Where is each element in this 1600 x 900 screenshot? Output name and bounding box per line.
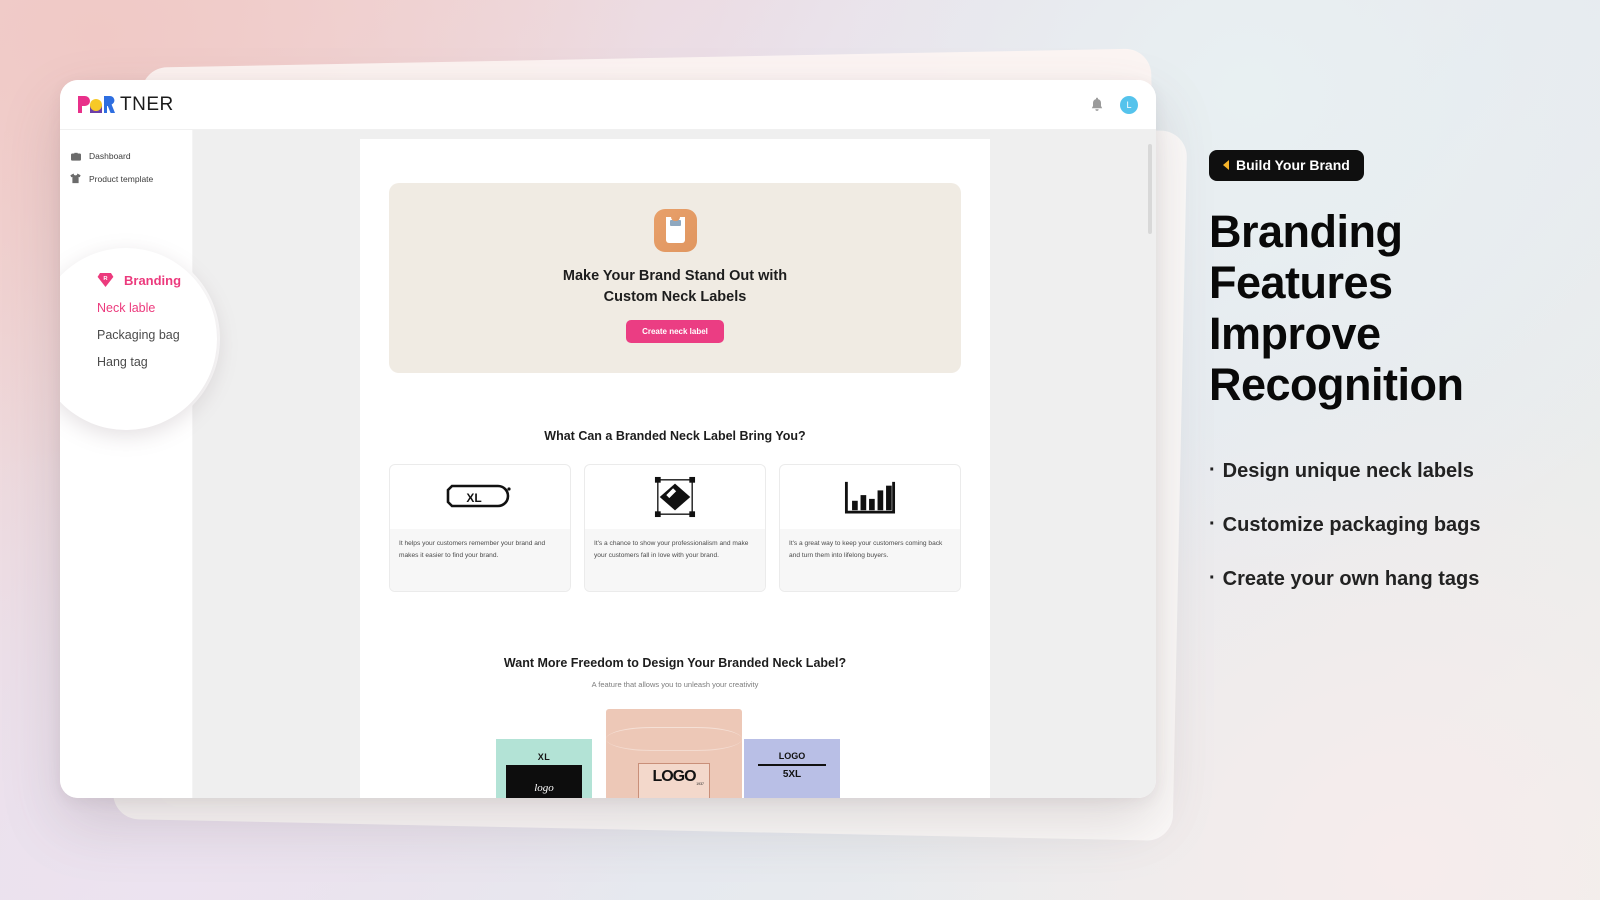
logo-mark-icon [78, 96, 116, 113]
app-window: TNER L Dashboard Product template R Bran… [60, 80, 1156, 798]
mockup-left-size: XL [537, 752, 551, 763]
promo-heading-line: Improve [1209, 307, 1381, 359]
sidebar-item-packaging-bag[interactable]: Packaging bag [97, 328, 217, 342]
freedom-title: Want More Freedom to Design Your Branded… [503, 656, 847, 671]
mockup-right-label: LOGO 5XL [744, 739, 840, 780]
promo-bullet-label: Design unique neck labels [1222, 460, 1474, 483]
benefits-cards: XL It helps your customers remember your… [389, 464, 961, 593]
mockup-right-size: 5XL [782, 768, 802, 780]
gem-badge-icon: R [97, 272, 114, 288]
neck-label-bag-icon [653, 209, 697, 252]
bullet-glyph: · [1209, 567, 1216, 590]
benefits-title: What Can a Branded Neck Label Bring You? [544, 429, 806, 444]
triangle-left-icon [1223, 160, 1229, 170]
mockup-middle-label: LOGO 1937 [638, 763, 710, 798]
mockup-middle[interactable]: LOGO 1937 [606, 709, 742, 798]
freedom-subtitle: A feature that allows you to unleash you… [591, 680, 759, 690]
promo-bullet-item: · Create your own hang tags [1209, 568, 1549, 591]
app-logo[interactable]: TNER [78, 94, 174, 116]
promo-badge: Build Your Brand [1209, 150, 1364, 181]
sidebar-item-product-template[interactable]: Product template [60, 167, 192, 190]
promo-bullet-item: · Customize packaging bags [1209, 514, 1549, 537]
bullet-glyph: · [1209, 513, 1216, 536]
promo-bullet-label: Customize packaging bags [1222, 514, 1481, 537]
benefit-card: XL It helps your customers remember your… [389, 464, 571, 593]
mockup-left[interactable]: XL logo [496, 739, 592, 798]
sidebar-group-branding[interactable]: R Branding ⌃ [97, 272, 217, 288]
mockup-left-wordmark: logo [534, 782, 554, 795]
sidebar-item-label: Dashboard [89, 150, 131, 161]
bar-chart-icon [780, 465, 960, 529]
benefit-card-text: It helps your customers remember your br… [390, 529, 570, 592]
promo-heading-line: Branding [1209, 206, 1403, 257]
mockup-right[interactable]: LOGO 5XL [744, 739, 840, 798]
benefit-card-text: It's a great way to keep your customers … [780, 529, 960, 592]
promo-heading: Branding Features Improve Recognition [1209, 206, 1549, 410]
benefit-card: It's a chance to show your professionali… [584, 464, 766, 593]
app-header: TNER L [60, 80, 1156, 130]
design-diamond-icon [585, 465, 765, 529]
briefcase-icon [70, 150, 81, 161]
header-actions: L [1090, 95, 1138, 114]
mockup-right-wordmark: LOGO [778, 751, 806, 762]
mockup-gallery: XL logo LOGO 1937 LOGO 5XL [360, 709, 990, 798]
mockup-middle-year: 1937 [696, 782, 704, 787]
hero-title-line1: Make Your Brand Stand Out with [562, 268, 788, 284]
bullet-glyph: · [1209, 459, 1216, 482]
hero-title: Make Your Brand Stand Out with Custom Ne… [389, 266, 961, 307]
sidebar-group-label: Branding [124, 272, 182, 288]
promo-heading-line: Recognition [1209, 358, 1464, 410]
create-neck-label-button[interactable]: Create neck label [626, 320, 724, 344]
size-tag-icon: XL [390, 465, 570, 529]
notification-bell-icon[interactable] [1090, 97, 1104, 112]
sidebar-item-label: Product template [89, 173, 154, 184]
logo-wordmark: TNER [120, 93, 174, 115]
promo-panel: Build Your Brand Branding Features Impro… [1209, 150, 1549, 622]
promo-bullet-item: · Design unique neck labels [1209, 460, 1549, 483]
page-canvas: Make Your Brand Stand Out with Custom Ne… [360, 139, 990, 798]
promo-bullet-list: · Design unique neck labels · Customize … [1209, 460, 1549, 591]
sidebar: Dashboard Product template S [60, 130, 217, 798]
avatar-initial: L [1126, 99, 1132, 110]
divider [758, 764, 826, 766]
content-area: Make Your Brand Stand Out with Custom Ne… [193, 130, 1156, 798]
promo-heading-line: Features [1209, 256, 1393, 308]
hero-title-line2: Custom Neck Labels [603, 288, 747, 305]
sidebar-item-hang-tag[interactable]: Hang tag [97, 355, 217, 369]
promo-bullet-label: Create your own hang tags [1222, 568, 1480, 591]
avatar[interactable]: L [1120, 95, 1138, 114]
sidebar-item-dashboard[interactable]: Dashboard [60, 144, 192, 167]
benefit-card: It's a great way to keep your customers … [779, 464, 961, 593]
sidebar-item-neck-lable[interactable]: Neck lable [97, 301, 217, 315]
svg-text:XL: XL [466, 491, 481, 505]
mockup-left-logo-plate: logo [506, 765, 582, 798]
vertical-scrollbar[interactable] [1148, 144, 1152, 234]
promo-badge-label: Build Your Brand [1236, 157, 1350, 173]
benefit-card-text: It's a chance to show your professionali… [585, 529, 765, 592]
tshirt-icon [70, 173, 81, 184]
app-body: Dashboard Product template S [60, 130, 1156, 798]
hero-banner: Make Your Brand Stand Out with Custom Ne… [389, 183, 961, 374]
lens-content: R Branding ⌃ Neck lable Packaging bag Ha… [97, 272, 217, 370]
